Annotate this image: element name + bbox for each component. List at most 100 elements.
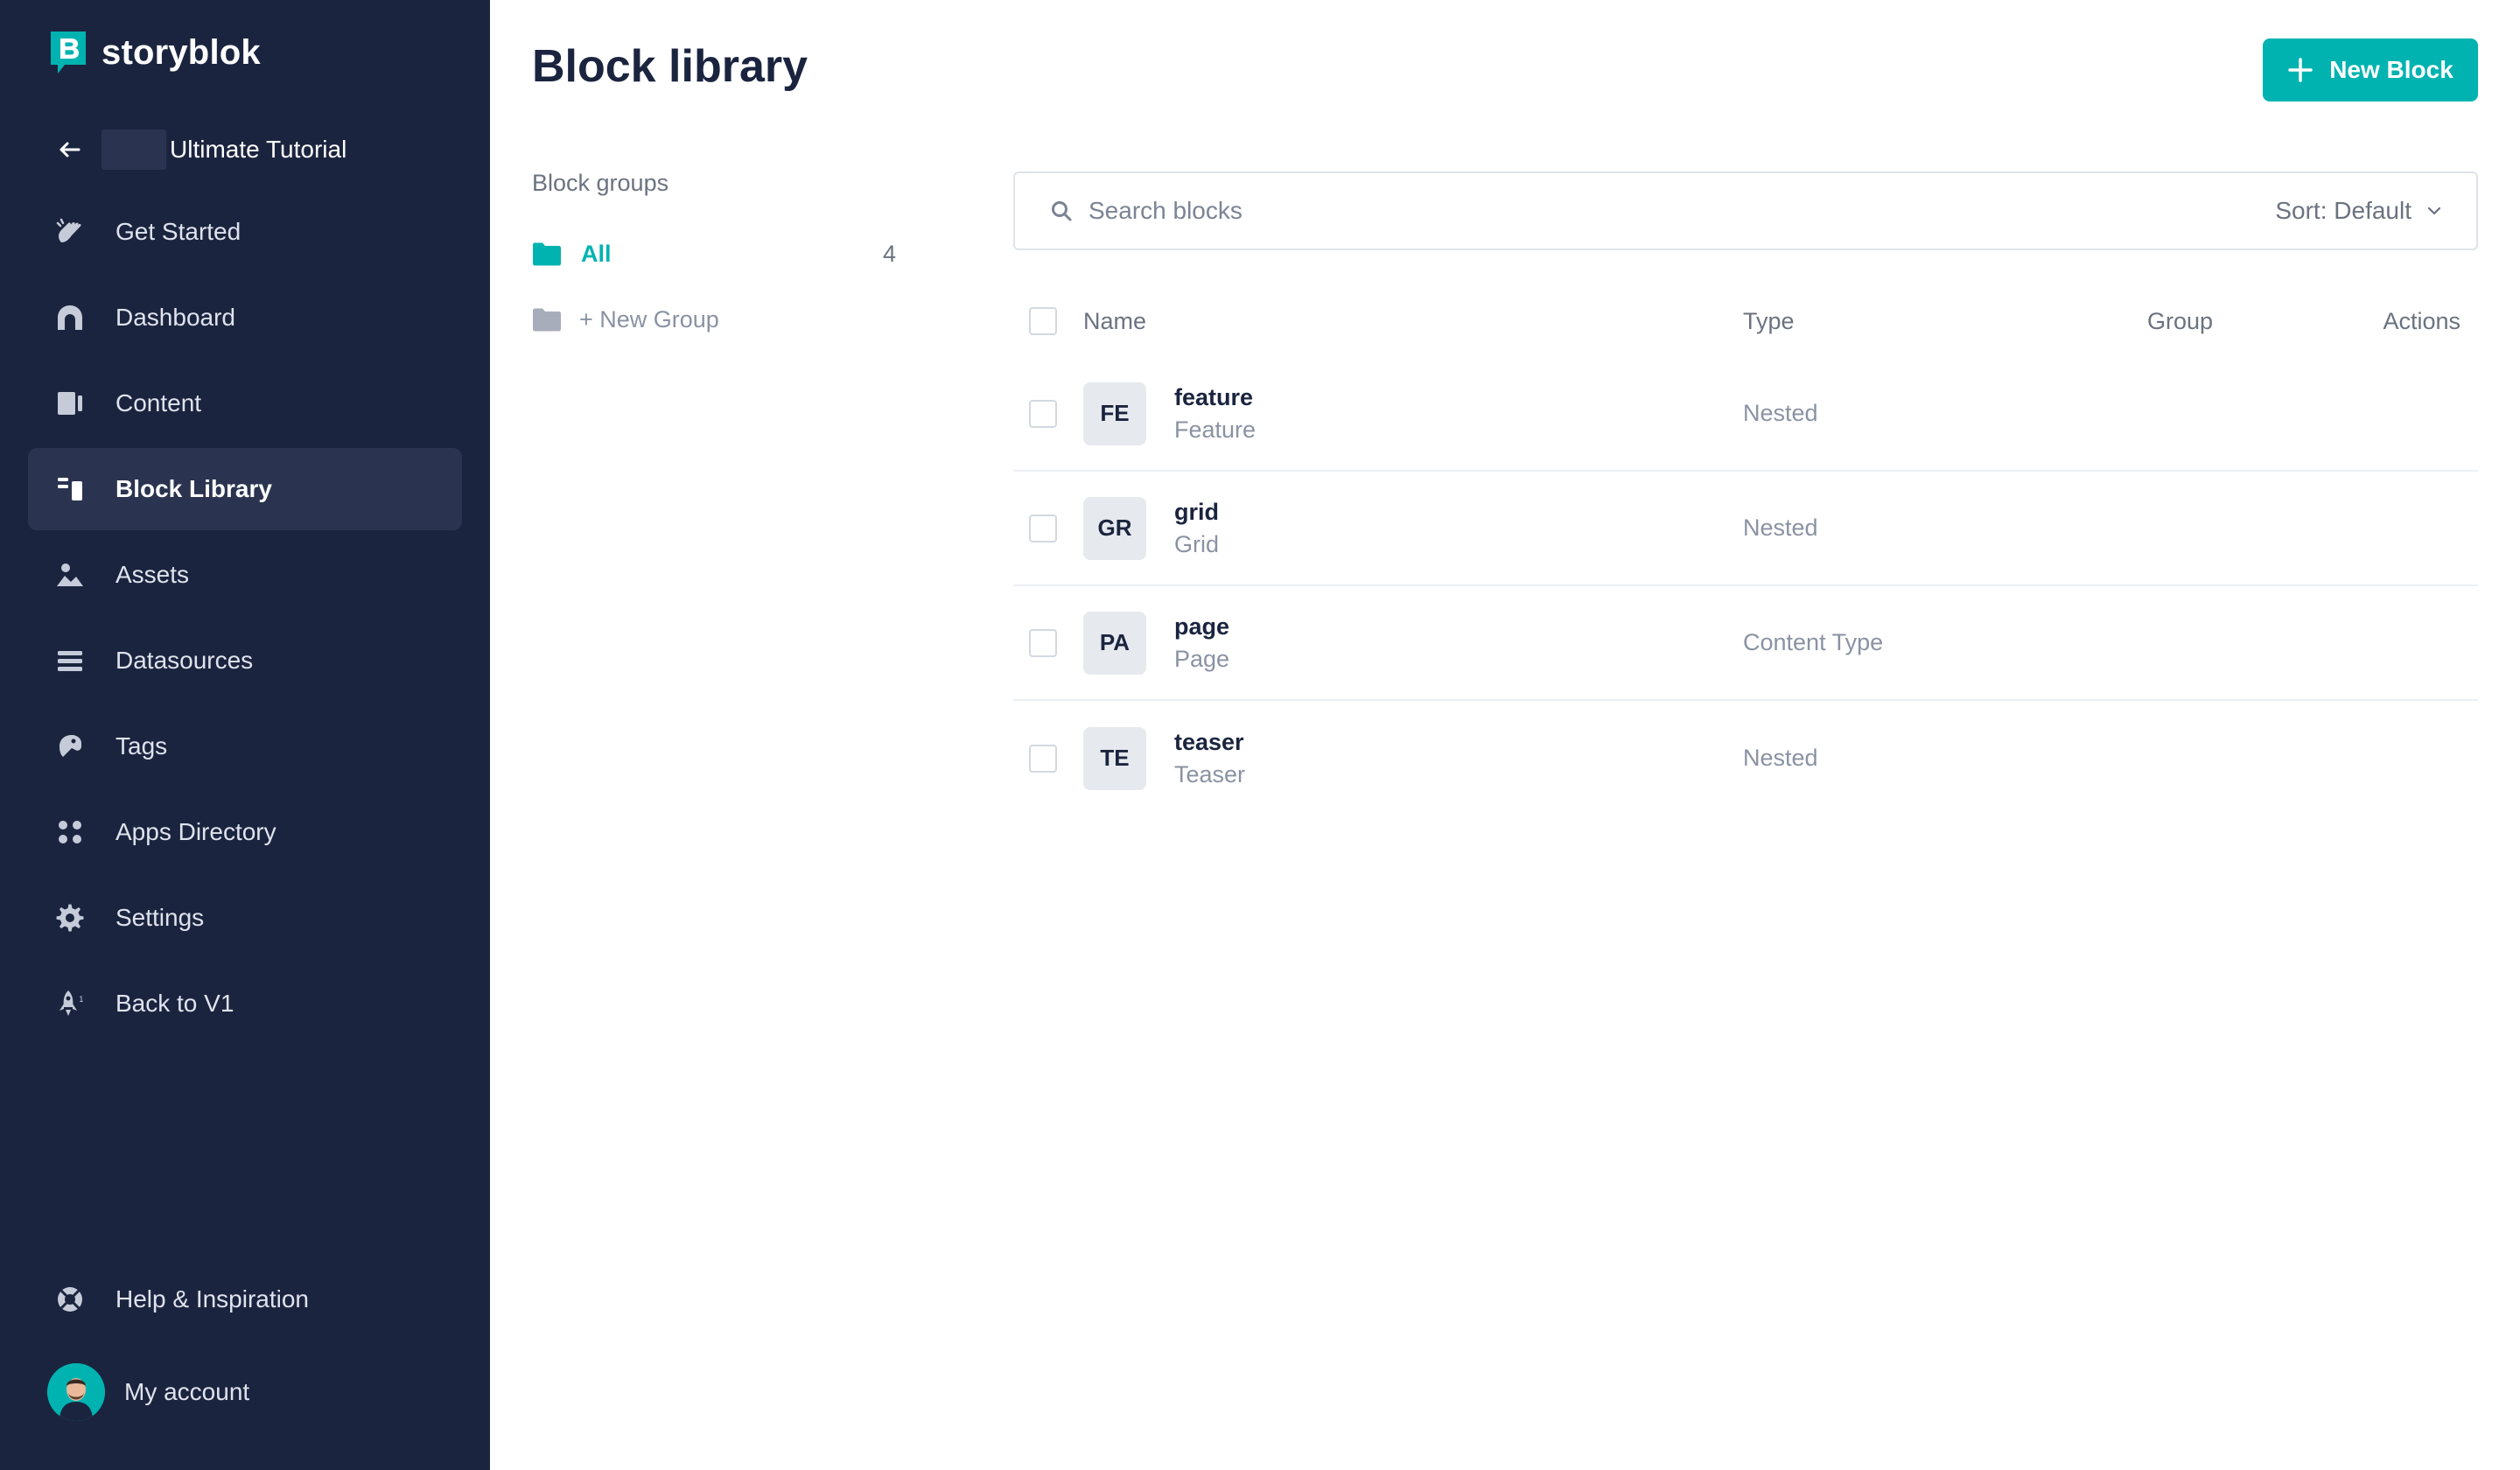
block-library-icon	[58, 478, 82, 500]
folder-icon	[533, 242, 561, 266]
row-checkbox[interactable]	[1029, 514, 1057, 542]
table-header: Name Type Group Actions	[1013, 285, 2478, 357]
space-switcher[interactable]: Ultimate Tutorial	[56, 130, 346, 170]
gear-icon	[56, 904, 84, 932]
column-header-name[interactable]: Name	[1083, 308, 1146, 335]
sidebar-item-settings[interactable]: Settings	[28, 877, 462, 959]
block-type: Nested	[1743, 745, 1818, 771]
column-header-actions: Actions	[2383, 307, 2460, 334]
sidebar-bottom: Help & Inspiration	[28, 1258, 462, 1344]
group-all-label: All	[581, 240, 612, 267]
new-group-button[interactable]: + New Group	[532, 302, 896, 337]
table-row[interactable]: PA page Page Content Type	[1013, 586, 2478, 701]
page-title: Block library	[532, 41, 808, 92]
table-row[interactable]: GR grid Grid Nested	[1013, 472, 2478, 586]
block-technical-name[interactable]: grid	[1174, 499, 1219, 526]
sidebar-item-label: Assets	[116, 561, 190, 588]
column-header-type[interactable]: Type	[1743, 308, 1795, 335]
block-technical-name[interactable]: feature	[1174, 384, 1256, 411]
storyblok-logo-icon	[51, 32, 86, 74]
sort-dropdown[interactable]: Sort: Default	[2275, 197, 2443, 225]
block-type: Nested	[1743, 514, 1818, 541]
apps-icon	[59, 821, 81, 844]
sidebar-item-label: Back to V1	[116, 990, 234, 1017]
group-all[interactable]: All 4	[532, 236, 896, 271]
sidebar-item-label: Block Library	[116, 475, 272, 502]
block-groups-heading: Block groups	[532, 170, 669, 196]
content-icon	[58, 392, 82, 415]
my-account[interactable]: My account	[47, 1363, 249, 1421]
main-nav: Get Started Dashboard Content Block Libr…	[28, 191, 462, 1048]
block-names: teaser Teaser	[1174, 729, 1245, 788]
row-checkbox[interactable]	[1029, 399, 1057, 428]
sidebar-item-label: Datasources	[116, 647, 254, 674]
search-bar: Sort: Default	[1013, 172, 2478, 250]
arrow-left-icon[interactable]	[56, 136, 82, 163]
plus-icon	[2288, 58, 2313, 82]
new-block-button[interactable]: New Block	[2263, 38, 2478, 102]
block-type: Content Type	[1743, 629, 1884, 655]
brand-name: storyblok	[102, 32, 261, 72]
space-thumbnail	[102, 130, 166, 170]
space-name: Ultimate Tutorial	[170, 136, 347, 163]
sidebar-item-label: Get Started	[116, 218, 242, 245]
svg-text:1: 1	[79, 996, 84, 1004]
user-avatar-icon	[47, 1363, 105, 1421]
sidebar-item-get-started[interactable]: Get Started	[28, 191, 462, 273]
lifebuoy-icon	[58, 1287, 82, 1312]
block-display-name: Teaser	[1174, 760, 1246, 788]
table-row[interactable]: FE feature Feature Nested	[1013, 357, 2478, 472]
block-technical-name[interactable]: page	[1174, 613, 1229, 640]
sidebar-item-label: Content	[116, 389, 202, 416]
block-display-name: Page	[1174, 645, 1230, 672]
block-badge: TE	[1083, 726, 1146, 790]
sidebar-item-label: Tags	[116, 732, 168, 760]
hand-wave-icon	[56, 218, 81, 242]
sidebar-item-apps-directory[interactable]: Apps Directory	[28, 791, 462, 873]
sidebar-item-content[interactable]: Content	[28, 362, 462, 444]
new-block-label: New Block	[2329, 56, 2454, 83]
block-badge: PA	[1083, 611, 1146, 675]
sidebar-item-label: Dashboard	[116, 304, 235, 331]
row-checkbox[interactable]	[1029, 628, 1057, 657]
blocks-table: Name Type Group Actions FE feature Featu…	[1013, 285, 2478, 816]
dashboard-icon	[58, 305, 82, 330]
sidebar-item-help[interactable]: Help & Inspiration	[28, 1258, 462, 1340]
new-group-label: + New Group	[579, 305, 719, 332]
tags-icon	[60, 735, 81, 757]
block-type: Nested	[1743, 400, 1818, 426]
sidebar-item-block-library[interactable]: Block Library	[28, 448, 462, 530]
block-names: feature Feature	[1174, 384, 1256, 444]
block-technical-name[interactable]: teaser	[1174, 729, 1245, 756]
sidebar-item-label: Settings	[116, 904, 205, 931]
account-label: My account	[124, 1378, 250, 1405]
storyblok-logo[interactable]: storyblok	[49, 30, 261, 75]
block-display-name: Grid	[1174, 530, 1220, 557]
table-row[interactable]: TE teaser Teaser Nested	[1013, 701, 2478, 816]
block-badge: FE	[1083, 382, 1146, 445]
sidebar-item-dashboard[interactable]: Dashboard	[28, 276, 462, 359]
block-names: grid Grid	[1174, 499, 1219, 558]
sort-label: Sort: Default	[2275, 197, 2412, 224]
search-input[interactable]	[1088, 197, 2138, 225]
block-names: page Page	[1174, 613, 1229, 673]
block-display-name: Feature	[1174, 416, 1256, 443]
chevron-down-icon	[2427, 206, 2441, 215]
row-checkbox[interactable]	[1029, 744, 1057, 773]
block-badge: GR	[1083, 496, 1146, 560]
select-all-checkbox[interactable]	[1029, 307, 1057, 335]
sidebar-item-datasources[interactable]: Datasources	[28, 620, 462, 702]
column-header-group[interactable]: Group	[2147, 308, 2213, 335]
search-icon	[1052, 201, 1072, 221]
folder-icon	[533, 308, 561, 332]
sidebar-item-label: Apps Directory	[116, 818, 276, 845]
sidebar-item-assets[interactable]: Assets	[28, 534, 462, 616]
sidebar: storyblok Ultimate Tutorial Get Started …	[0, 0, 490, 1470]
assets-icon	[57, 564, 83, 586]
rocket-icon: 1	[60, 990, 84, 1016]
avatar	[47, 1363, 105, 1421]
sidebar-item-label: Help & Inspiration	[116, 1285, 310, 1312]
sidebar-item-back-to-v1[interactable]: 1 Back to V1	[28, 962, 462, 1045]
sidebar-item-tags[interactable]: Tags	[28, 705, 462, 788]
datasources-icon	[58, 651, 82, 671]
